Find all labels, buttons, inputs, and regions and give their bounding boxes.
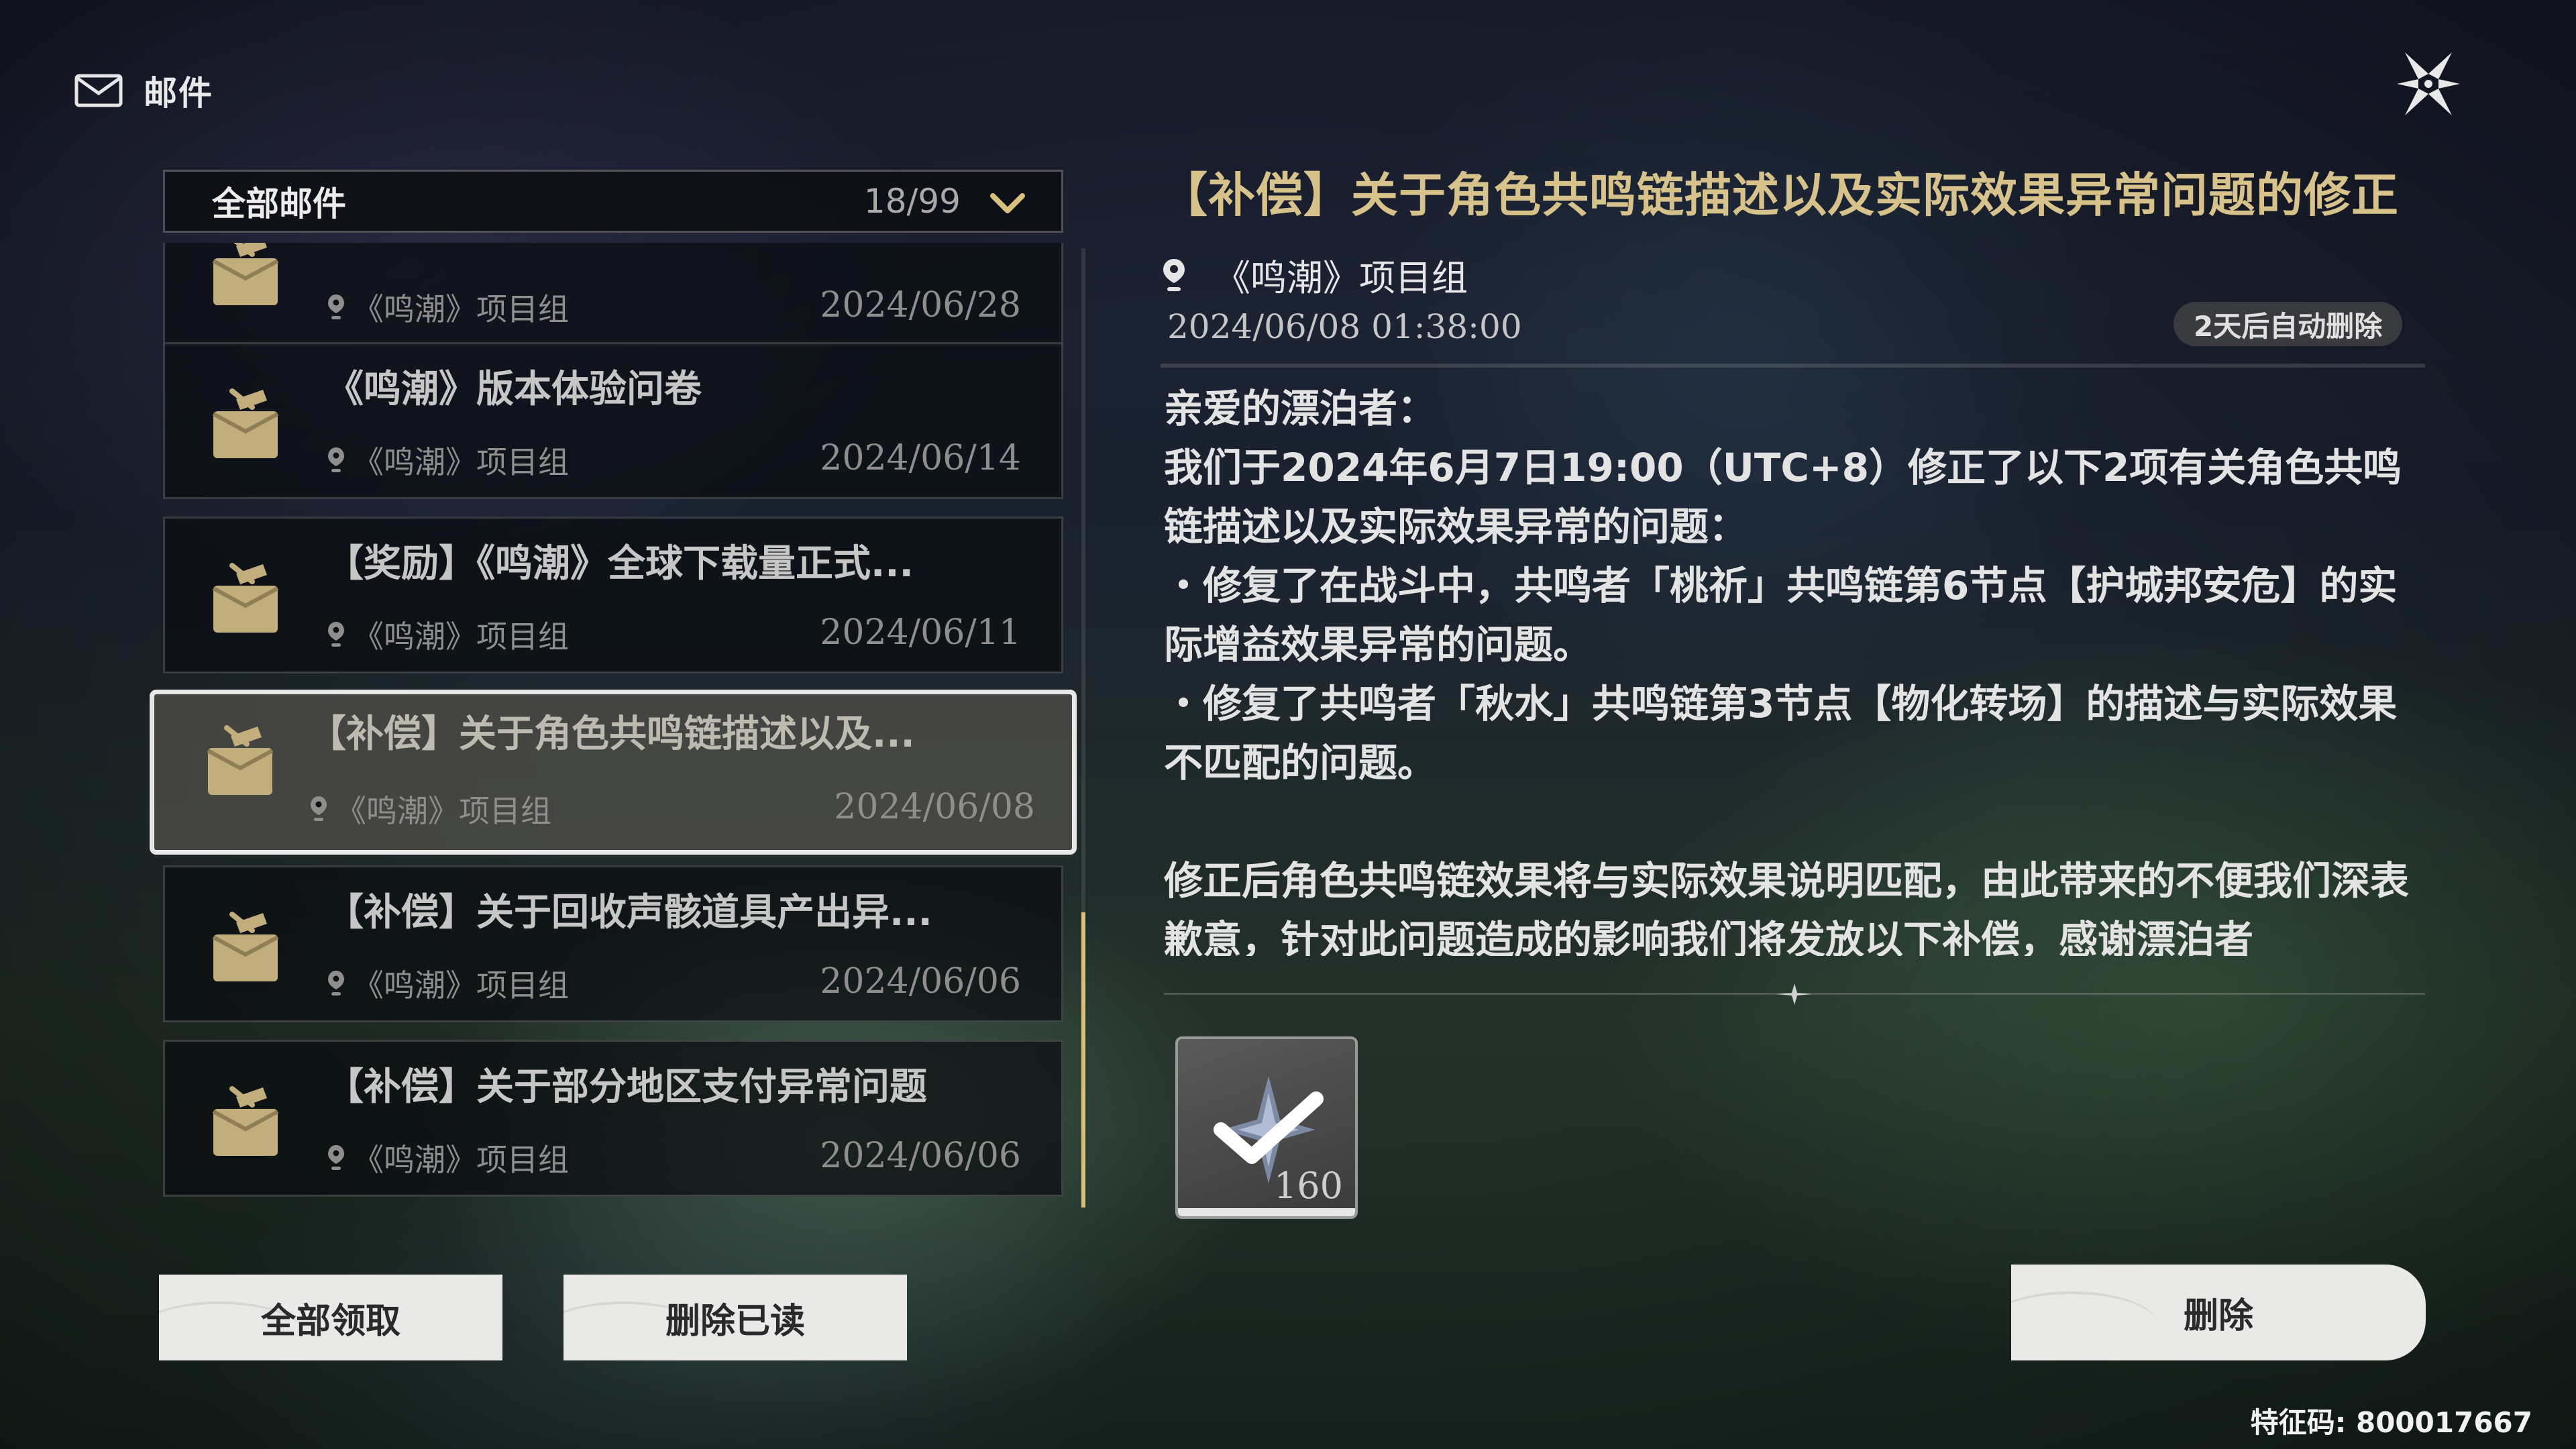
chevron-down-icon (990, 193, 1025, 213)
mail-sender: 《鸣潮》项目组 (353, 967, 569, 1004)
mail-envelope-icon (200, 721, 280, 802)
mail-subject: 【补偿】关于角色共鸣链描述以及... (309, 712, 915, 756)
mail-envelope-icon (205, 559, 286, 639)
mail-item[interactable]: 【补偿】关于部分地区支付异常问题《鸣潮》项目组 2024/06/06 (163, 1040, 1063, 1197)
mail-date: 2024/06/11 (820, 612, 1021, 653)
mail-body[interactable]: 亲爱的漂泊者： 我们于2024年6月7日19:00（UTC+8）修正了以下2项有… (1164, 379, 2428, 956)
mail-list[interactable]: 《鸣潮》项目组 2024/06/28 《鸣潮》版本体验问卷 《鸣潮》项目组 2024/0… (148, 243, 1087, 1209)
scrollbar-thumb[interactable] (1081, 912, 1085, 1208)
mail-envelope-icon (205, 384, 286, 465)
sender-pin-icon (326, 1144, 346, 1172)
auto-delete-badge: 2天后自动删除 (2174, 302, 2403, 346)
mail-sender: 《鸣潮》项目组 (353, 1142, 569, 1178)
mail-sender-row: 《鸣潮》项目组 (326, 1136, 569, 1180)
mail-detail-title: 【补偿】关于角色共鸣链描述以及实际效果异常问题的修正 (1161, 168, 2399, 223)
reward-item-slot[interactable]: 160 (1175, 1036, 1358, 1219)
reward-rarity-bar (1178, 1208, 1355, 1216)
mail-list-scrollbar[interactable] (1081, 248, 1085, 1208)
body-item: ・修复了共鸣者「秋水」共鸣链第3节点【物化转场】的描述与实际效果不匹配的问题。 (1164, 681, 2398, 786)
mail-subject: 《鸣潮》版本体验问卷 (326, 368, 702, 411)
mail-date: 2024/06/06 (820, 961, 1021, 1002)
mail-detail-sender: 《鸣潮》项目组 (1161, 248, 1468, 301)
sender-pin-icon (309, 795, 329, 823)
divider-ornament-icon (1777, 983, 1812, 1005)
mail-sender-row: 《鸣潮》项目组 (326, 961, 569, 1006)
sender-pin-icon (326, 293, 346, 321)
mail-envelope-icon (205, 1082, 286, 1163)
mail-date: 2024/06/28 (820, 285, 1021, 325)
mail-sender: 《鸣潮》项目组 (353, 291, 569, 327)
mail-envelope-icon (205, 243, 286, 312)
filter-label: 全部邮件 (212, 184, 346, 223)
mail-subject: 【奖励】《鸣潮》全球下载量正式... (326, 542, 914, 586)
sender-pin-icon (1163, 258, 1185, 291)
close-button[interactable] (2392, 47, 2465, 121)
mail-item[interactable]: 《鸣潮》项目组 2024/06/28 (163, 243, 1063, 346)
claim-all-button[interactable]: 全部领取 (159, 1275, 502, 1360)
mail-envelope-icon (205, 908, 286, 988)
mail-item[interactable]: 《鸣潮》版本体验问卷《鸣潮》项目组 2024/06/14 (163, 342, 1063, 499)
header: 邮件 (74, 67, 213, 114)
close-icon (2397, 52, 2460, 115)
feature-code: 特征码: 800017667 (2250, 1406, 2532, 1439)
delete-button[interactable]: 删除 (2011, 1265, 2426, 1360)
mail-sender-row: 《鸣潮》项目组 (326, 612, 569, 657)
claim-all-label: 全部领取 (260, 1301, 400, 1342)
claimed-check-icon (1214, 1091, 1324, 1164)
body-greeting: 亲爱的漂泊者： (1164, 386, 1437, 431)
mail-filter-dropdown[interactable]: 全部邮件 18/99 (163, 170, 1063, 233)
sender-pin-icon (326, 969, 346, 998)
mail-sender-row: 《鸣潮》项目组 (309, 787, 551, 831)
delete-read-button[interactable]: 删除已读 (564, 1275, 907, 1360)
body-line: 我们于2024年6月7日19:00（UTC+8）修正了以下2项有关角色共鸣链描述… (1164, 445, 2402, 549)
sender-pin-icon (326, 621, 346, 649)
delete-label: 删除 (2183, 1296, 2253, 1336)
mail-item-selected[interactable]: 【补偿】关于角色共鸣链描述以及... 《鸣潮》项目组 2024/06/08 (150, 690, 1077, 855)
sender-pin-icon (326, 446, 346, 474)
mail-date: 2024/06/14 (820, 438, 1021, 478)
body-paragraph: 修正后角色共鸣链效果将与实际效果说明匹配，由此带来的不便我们深表歉意，针对此问题… (1164, 858, 2410, 956)
detail-separator (1161, 364, 2425, 368)
mail-item[interactable]: 【补偿】关于回收声骸道具产出异... 《鸣潮》项目组 2024/06/06 (163, 865, 1063, 1022)
mail-count: 18/99 (863, 182, 961, 221)
mail-item[interactable]: 【奖励】《鸣潮》全球下载量正式... 《鸣潮》项目组 2024/06/11 (163, 517, 1063, 674)
mail-sender-row: 《鸣潮》项目组 (326, 285, 569, 329)
mail-icon (74, 74, 123, 107)
mail-sender: 《鸣潮》项目组 (335, 793, 551, 829)
mail-subject: 【补偿】关于回收声骸道具产出异... (326, 891, 932, 934)
mail-sender-row: 《鸣潮》项目组 (326, 438, 569, 482)
mail-date: 2024/06/08 (834, 787, 1035, 827)
mail-date: 2024/06/06 (820, 1136, 1021, 1176)
reward-quantity: 160 (1273, 1165, 1343, 1207)
mail-timestamp: 2024/06/08 01:38:00 (1167, 307, 1522, 346)
body-item: ・修复了在战斗中，共鸣者「桃祈」共鸣链第6节点【护城邦安危】的实际增益效果异常的… (1164, 563, 2398, 667)
mail-screen: 邮件 全部邮件 18/99 《鸣潮》项目组 2024/06/28 《鸣潮》版本体验问… (0, 0, 2576, 1449)
mail-sender: 《鸣潮》项目组 (353, 619, 569, 655)
page-title: 邮件 (144, 74, 213, 113)
delete-read-label: 删除已读 (665, 1301, 805, 1342)
mail-sender: 《鸣潮》项目组 (353, 444, 569, 480)
mail-subject: 【补偿】关于部分地区支付异常问题 (326, 1065, 927, 1109)
sender-name: 《鸣潮》项目组 (1214, 257, 1468, 299)
